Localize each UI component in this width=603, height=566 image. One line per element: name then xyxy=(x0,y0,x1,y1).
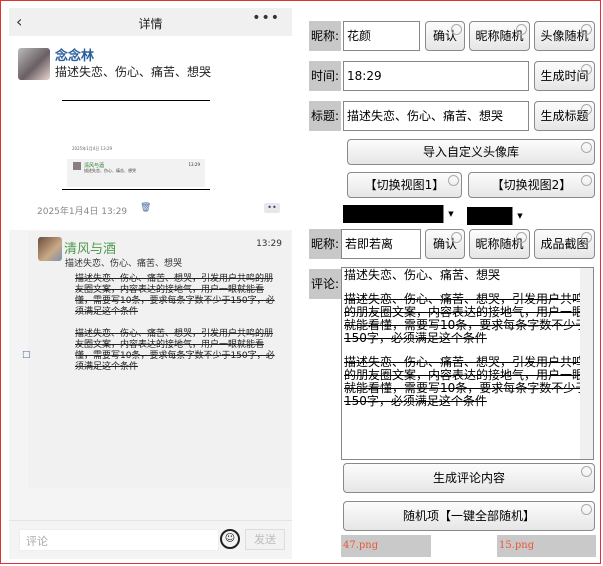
comment-label: 评论: xyxy=(309,269,341,299)
chevron-down-icon[interactable]: ▼ xyxy=(512,207,527,225)
comment-textarea[interactable]: 描述失恋、伤心、痛苦、想哭 描述失恋、伤心、痛苦、想哭，引发用户共鸣的朋友圈文案… xyxy=(341,267,594,460)
chevron-down-icon[interactable]: ▼ xyxy=(443,205,458,223)
comment-bubble-icon: □ xyxy=(22,350,31,360)
comment-paragraph: 描述失恋、伤心、痛苦、想哭，引发用户共鸣的朋友圈文案，内容表达的接地气，用户一眼… xyxy=(344,355,588,408)
image-file-label: 15.png xyxy=(497,535,596,557)
comment-avatar[interactable] xyxy=(38,237,62,261)
confirm-nickname-button[interactable]: 确认 xyxy=(425,21,465,51)
post-image[interactable]: 2025年1月4日 13:29 清风与酒 描述失恋、伤心、痛苦、想哭 13:29 xyxy=(62,100,210,190)
comment-block: 清风与酒 13:29 描述失恋、伤心、痛苦、想哭 描述失恋、伤心、痛苦、想哭，引… xyxy=(28,231,291,488)
trash-icon[interactable]: 🗑 xyxy=(140,203,151,213)
random-avatar-button[interactable]: 头像随机 xyxy=(534,21,595,51)
image-file-label: 47.png xyxy=(341,535,431,557)
time-input[interactable]: 18:29 xyxy=(343,61,529,91)
switch-view-2-button[interactable]: 【切换视图2】 xyxy=(468,172,595,198)
comment-input[interactable]: 评论 xyxy=(19,529,219,551)
screenshot-button[interactable]: 成品截图 xyxy=(534,229,595,259)
nickname-input[interactable]: 花颜 xyxy=(343,21,420,51)
nickname-label: 昵称: xyxy=(309,21,341,51)
thumb-time: 13:29 xyxy=(188,162,200,167)
generate-title-button[interactable]: 生成标题 xyxy=(534,101,595,131)
page-title: 详情 xyxy=(138,17,163,31)
post-nickname[interactable]: 念念林 xyxy=(55,45,94,64)
emoji-icon[interactable]: ☺ xyxy=(220,529,240,549)
title-label: 标题: xyxy=(309,101,341,131)
post-date: 2025年1月4日 13:29 xyxy=(37,207,128,217)
comment-nickname-label: 昵称: xyxy=(309,229,341,259)
confirm-comment-nickname-button[interactable]: 确认 xyxy=(425,229,465,259)
textarea-scrollbar[interactable] xyxy=(580,268,593,459)
comment-input-bar: 评论 ☺ 发送 xyxy=(9,520,292,559)
random-all-button[interactable]: 随机项【一键全部随机】 xyxy=(343,501,595,531)
color-select-1[interactable]: ▼ xyxy=(343,205,458,223)
comment-menu-icon[interactable]: •• xyxy=(264,203,280,213)
top-bar: ‹ 详情 ••• xyxy=(9,8,292,36)
send-button[interactable]: 发送 xyxy=(245,529,285,550)
random-comment-nickname-button[interactable]: 昵称随机 xyxy=(469,229,530,259)
color-select-2[interactable]: ▼ xyxy=(467,207,527,225)
comment-subtitle: 描述失恋、伤心、痛苦、想哭 xyxy=(65,259,183,269)
moment-post: 念念林 描述失恋、伤心、痛苦、想哭 2025年1月4日 13:29 清风与酒 描… xyxy=(9,36,292,230)
generate-time-button[interactable]: 生成时间 xyxy=(534,61,595,91)
comment-body: 描述失恋、伤心、痛苦、想哭，引发用户共鸣的朋友圈文案，内容表达的接地气，用户一眼… xyxy=(75,274,275,372)
random-nickname-button[interactable]: 昵称随机 xyxy=(469,21,530,51)
comment-nickname[interactable]: 清风与酒 xyxy=(64,238,116,257)
phone-preview: ‹ 详情 ••• 念念林 描述失恋、伤心、痛苦、想哭 2025年1月4日 13:… xyxy=(9,8,292,559)
title-input[interactable]: 描述失恋、伤心、痛苦、想哭 xyxy=(343,101,529,131)
ellipsis-icon[interactable]: ••• xyxy=(252,10,280,26)
time-label: 时间: xyxy=(309,61,341,91)
thumb-text: 描述失恋、伤心、痛苦、想哭 xyxy=(84,168,136,173)
comment-line: 描述失恋、伤心、痛苦、想哭 xyxy=(344,268,501,282)
thumb-date: 2025年1月4日 13:29 xyxy=(72,146,113,151)
comment-paragraph: 描述失恋、伤心、痛苦、想哭，引发用户共鸣的朋友圈文案，内容表达的接地气，用户一眼… xyxy=(344,292,588,345)
generate-comment-button[interactable]: 生成评论内容 xyxy=(343,463,595,493)
comment-nickname-input[interactable]: 若即若离 xyxy=(341,229,421,259)
switch-view-1-button[interactable]: 【切换视图1】 xyxy=(347,172,462,198)
avatar[interactable] xyxy=(18,48,50,80)
post-text: 描述失恋、伤心、痛苦、想哭 xyxy=(55,65,212,79)
comment-time: 13:29 xyxy=(256,239,282,249)
import-avatar-library-button[interactable]: 导入自定义头像库 xyxy=(347,139,595,165)
thumb-avatar xyxy=(73,162,81,170)
